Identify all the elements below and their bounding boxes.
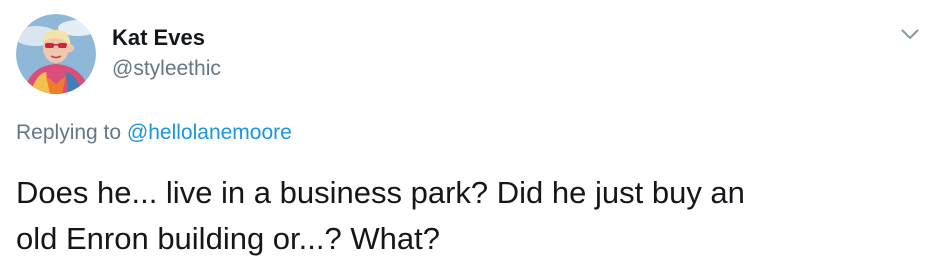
tweet-text-line: old Enron building or...? What? <box>16 221 440 256</box>
tweet-card: Kat Eves @styleethic Replying to @hellol… <box>0 0 946 272</box>
chevron-down-icon <box>901 29 919 39</box>
replying-to: Replying to @hellolanemoore <box>16 119 292 147</box>
mention-link[interactable]: @hellolanemoore <box>127 121 292 144</box>
username[interactable]: @styleethic <box>112 55 221 83</box>
avatar[interactable] <box>16 14 96 94</box>
tweet-menu-button[interactable] <box>896 22 924 46</box>
replying-prefix: Replying to <box>16 121 127 144</box>
tweet-text: Does he... live in a business park? Did … <box>16 170 926 262</box>
tweet-text-line: Does he... live in a business park? Did … <box>16 175 745 210</box>
display-name[interactable]: Kat Eves <box>112 24 205 52</box>
